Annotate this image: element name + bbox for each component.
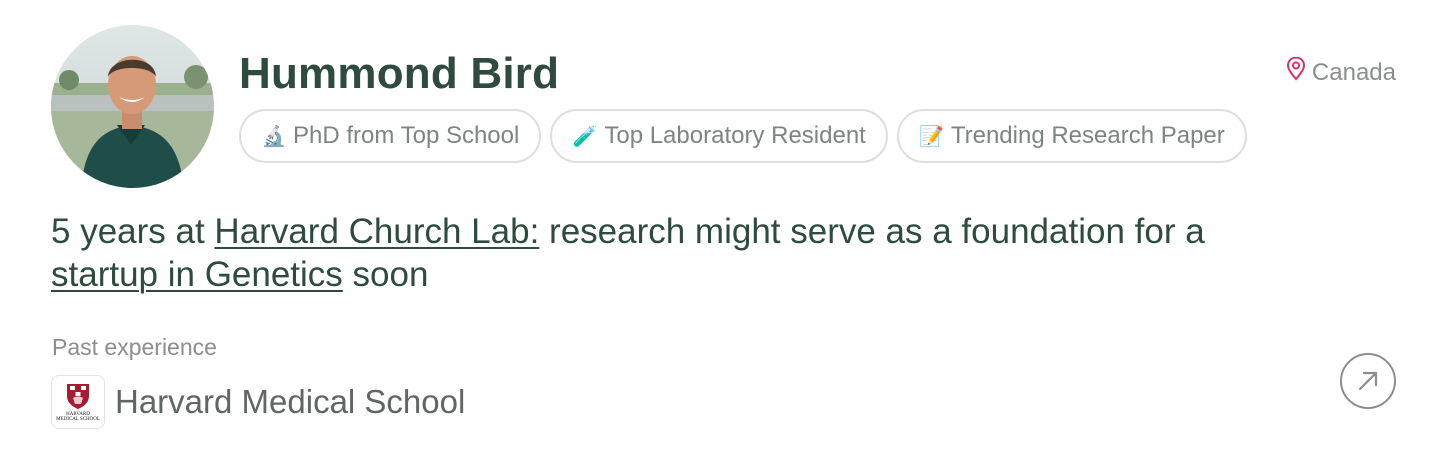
summary-middle: research might serve as a foundation for… bbox=[539, 212, 1205, 251]
test-tube-icon: 🧪 bbox=[572, 125, 598, 148]
map-pin-icon bbox=[1286, 56, 1306, 88]
profile-summary: 5 years at Harvard Church Lab: research … bbox=[51, 210, 1231, 296]
summary-suffix: soon bbox=[342, 255, 429, 294]
experience-name: Harvard Medical School bbox=[115, 383, 466, 420]
avatar-photo bbox=[51, 25, 214, 188]
past-experience-label: Past experience bbox=[52, 334, 217, 360]
startup-link[interactable]: startup in Genetics bbox=[51, 255, 343, 294]
badge-list: 🔬 PhD from Top School 🧪 Top Laboratory R… bbox=[239, 109, 1247, 163]
experience-item[interactable]: HARVARD MEDICAL SCHOOL Harvard Medical S… bbox=[51, 375, 465, 429]
logo-text: HARVARD MEDICAL SCHOOL bbox=[56, 412, 100, 422]
badge-label: PhD from Top School bbox=[293, 122, 520, 149]
arrow-up-right-icon bbox=[1358, 371, 1378, 391]
profile-location: Canada bbox=[1286, 56, 1396, 88]
badge-research-paper[interactable]: 📝 Trending Research Paper bbox=[896, 109, 1247, 163]
microscope-icon: 🔬 bbox=[261, 125, 287, 148]
memo-icon: 📝 bbox=[919, 125, 945, 148]
badge-label: Top Laboratory Resident bbox=[604, 122, 866, 149]
harvard-medical-school-logo: HARVARD MEDICAL SCHOOL bbox=[51, 375, 105, 429]
profile-name: Hummond Bird bbox=[239, 49, 560, 98]
badge-phd[interactable]: 🔬 PhD from Top School bbox=[239, 109, 542, 163]
badge-lab-resident[interactable]: 🧪 Top Laboratory Resident bbox=[550, 109, 888, 163]
shield-icon bbox=[67, 384, 89, 409]
profile-avatar bbox=[51, 25, 214, 188]
location-text: Canada bbox=[1311, 58, 1396, 86]
open-profile-button[interactable] bbox=[1340, 353, 1396, 409]
badge-label: Trending Research Paper bbox=[950, 122, 1225, 149]
lab-link[interactable]: Harvard Church Lab: bbox=[214, 212, 539, 251]
summary-prefix: 5 years at bbox=[51, 212, 215, 251]
